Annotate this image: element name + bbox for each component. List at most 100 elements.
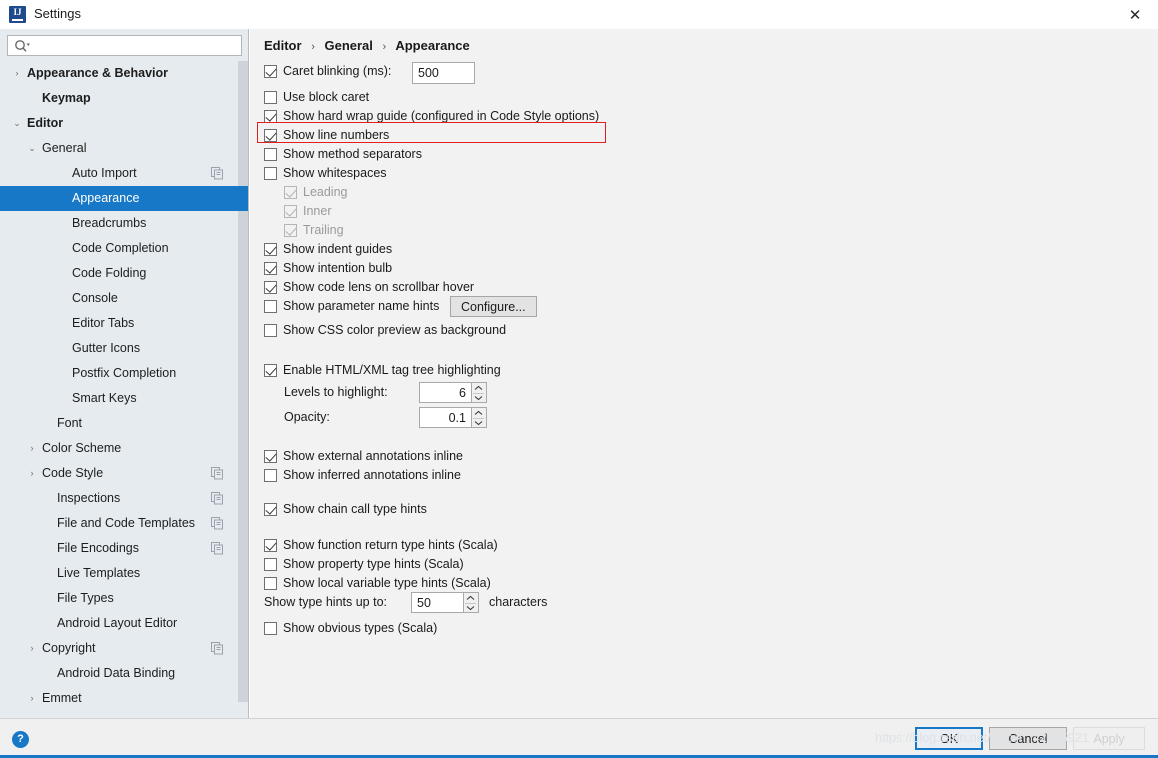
type-hints-spinner xyxy=(411,592,479,613)
opacity-input[interactable] xyxy=(419,407,472,428)
sidebar-item-file-encodings[interactable]: File Encodings xyxy=(0,536,248,561)
caret-blinking-label: Caret blinking (ms): xyxy=(283,64,392,78)
chevron-down-icon[interactable]: ⌄ xyxy=(11,111,23,136)
chevron-right-icon[interactable]: › xyxy=(26,636,38,661)
chevron-right-icon[interactable]: › xyxy=(26,461,38,486)
opacity-spinner xyxy=(419,407,487,428)
sidebar-item-code-style[interactable]: › Code Style xyxy=(0,461,248,486)
show-chain-call-hints-checkbox[interactable] xyxy=(264,503,277,516)
option-show-inferred-annotations: Show inferred annotations inline xyxy=(264,466,1144,485)
help-icon[interactable]: ? xyxy=(12,731,29,748)
breadcrumb-editor[interactable]: Editor xyxy=(264,38,302,53)
project-scope-icon xyxy=(211,492,223,505)
levels-to-highlight-input[interactable] xyxy=(419,382,472,403)
show-property-hints-checkbox[interactable] xyxy=(264,558,277,571)
show-whitespaces-checkbox[interactable] xyxy=(264,167,277,180)
sidebar-item-label: General xyxy=(42,141,87,155)
sidebar-item-label: Font xyxy=(57,416,83,430)
cancel-button[interactable]: Cancel xyxy=(989,727,1067,750)
close-icon[interactable]: ✕ xyxy=(1112,0,1158,29)
sidebar-item-editor[interactable]: ⌄ Editor xyxy=(0,111,248,136)
chevron-down-icon[interactable]: ⌄ xyxy=(26,136,38,161)
sidebar-item-appearance-behavior[interactable]: › Appearance & Behavior xyxy=(0,61,248,86)
sidebar-item-gutter-icons[interactable]: Gutter Icons xyxy=(0,336,248,361)
sidebar-item-label: Emmet xyxy=(42,691,82,705)
apply-button[interactable]: Apply xyxy=(1073,727,1145,750)
sidebar-item-console[interactable]: Console xyxy=(0,286,248,311)
sidebar-item-general[interactable]: ⌄ General xyxy=(0,136,248,161)
show-line-numbers-checkbox[interactable] xyxy=(264,129,277,142)
sidebar-item-appearance[interactable]: Appearance xyxy=(0,186,248,211)
show-indent-guides-checkbox[interactable] xyxy=(264,243,277,256)
sidebar-item-emmet[interactable]: › Emmet xyxy=(0,686,248,711)
show-hard-wrap-guide-checkbox[interactable] xyxy=(264,110,277,123)
show-inferred-annotations-checkbox[interactable] xyxy=(264,469,277,482)
caret-blinking-input[interactable] xyxy=(412,62,475,84)
spinner-down-icon[interactable] xyxy=(472,393,485,403)
show-local-variable-hints-checkbox[interactable] xyxy=(264,577,277,590)
chevron-right-icon[interactable]: › xyxy=(26,686,38,711)
spinner-down-icon[interactable] xyxy=(472,418,485,428)
sidebar-item-file-and-code-templates[interactable]: File and Code Templates xyxy=(0,511,248,536)
show-code-lens-checkbox[interactable] xyxy=(264,281,277,294)
dialog-button-bar: ? OK Cancel Apply xyxy=(0,718,1158,758)
show-function-return-hints-checkbox[interactable] xyxy=(264,539,277,552)
option-show-hard-wrap-guide: Show hard wrap guide (configured in Code… xyxy=(264,107,1144,126)
search-field-wrapper xyxy=(7,35,242,56)
use-block-caret-label: Use block caret xyxy=(283,90,370,104)
option-show-local-variable-hints: Show local variable type hints (Scala) xyxy=(264,574,1144,593)
show-intention-bulb-checkbox[interactable] xyxy=(264,262,277,275)
spinner-up-icon[interactable] xyxy=(472,383,485,393)
show-parameter-name-hints-checkbox[interactable] xyxy=(264,300,277,313)
sidebar-item-font[interactable]: Font xyxy=(0,411,248,436)
settings-tree: › Appearance & Behavior Keymap ⌄ Editor ⌄ Gene… xyxy=(0,61,248,716)
sidebar-item-label: Console xyxy=(72,291,118,305)
configure-button[interactable]: Configure... xyxy=(450,296,537,317)
chevron-right-icon[interactable]: › xyxy=(11,61,23,86)
project-scope-icon xyxy=(211,167,223,180)
sidebar-item-inspections[interactable]: Inspections xyxy=(0,486,248,511)
levels-spinner-buttons[interactable] xyxy=(472,382,487,403)
type-hints-up-to-input[interactable] xyxy=(411,592,464,613)
sidebar-item-file-types[interactable]: File Types xyxy=(0,586,248,611)
sidebar-item-label: Live Templates xyxy=(57,566,141,580)
search-input[interactable] xyxy=(7,35,242,56)
sidebar-item-android-layout-editor[interactable]: Android Layout Editor xyxy=(0,611,248,636)
sidebar-item-smart-keys[interactable]: Smart Keys xyxy=(0,386,248,411)
sidebar-item-label: Code Completion xyxy=(72,241,169,255)
breadcrumb-general[interactable]: General xyxy=(324,38,372,53)
chevron-right-icon[interactable]: › xyxy=(26,436,38,461)
sidebar-item-live-templates[interactable]: Live Templates xyxy=(0,561,248,586)
spinner-up-icon[interactable] xyxy=(472,408,485,418)
show-method-separators-label: Show method separators xyxy=(283,147,422,161)
spinner-up-icon[interactable] xyxy=(464,593,477,603)
sidebar-item-auto-import[interactable]: Auto Import xyxy=(0,161,248,186)
option-show-intention-bulb: Show intention bulb xyxy=(264,259,1144,278)
ok-button[interactable]: OK xyxy=(915,727,983,750)
sidebar-item-keymap[interactable]: Keymap xyxy=(0,86,248,111)
sidebar-item-copyright[interactable]: › Copyright xyxy=(0,636,248,661)
enable-html-xml-checkbox[interactable] xyxy=(264,364,277,377)
levels-to-highlight-label: Levels to highlight: xyxy=(284,385,388,399)
type-hints-spinner-buttons[interactable] xyxy=(464,592,479,613)
sidebar-item-breadcrumbs[interactable]: Breadcrumbs xyxy=(0,211,248,236)
sidebar-item-editor-tabs[interactable]: Editor Tabs xyxy=(0,311,248,336)
sidebar-item-code-completion[interactable]: Code Completion xyxy=(0,236,248,261)
sidebar-item-label: Color Scheme xyxy=(42,441,122,455)
show-method-separators-checkbox[interactable] xyxy=(264,148,277,161)
show-obvious-types-checkbox[interactable] xyxy=(264,622,277,635)
sidebar-item-code-folding[interactable]: Code Folding xyxy=(0,261,248,286)
sidebar-item-android-data-binding[interactable]: Android Data Binding xyxy=(0,661,248,686)
show-css-color-preview-checkbox[interactable] xyxy=(264,324,277,337)
option-show-whitespaces: Show whitespaces xyxy=(264,164,1144,183)
sidebar-item-label: Auto Import xyxy=(72,166,137,180)
settings-sidebar: › Appearance & Behavior Keymap ⌄ Editor ⌄ Gene… xyxy=(0,29,249,718)
sidebar-item-color-scheme[interactable]: › Color Scheme xyxy=(0,436,248,461)
spinner-down-icon[interactable] xyxy=(464,603,477,613)
sidebar-item-postfix-completion[interactable]: Postfix Completion xyxy=(0,361,248,386)
show-external-annotations-checkbox[interactable] xyxy=(264,450,277,463)
opacity-spinner-buttons[interactable] xyxy=(472,407,487,428)
use-block-caret-checkbox[interactable] xyxy=(264,91,277,104)
project-scope-icon xyxy=(211,542,223,555)
caret-blinking-checkbox[interactable] xyxy=(264,65,277,78)
